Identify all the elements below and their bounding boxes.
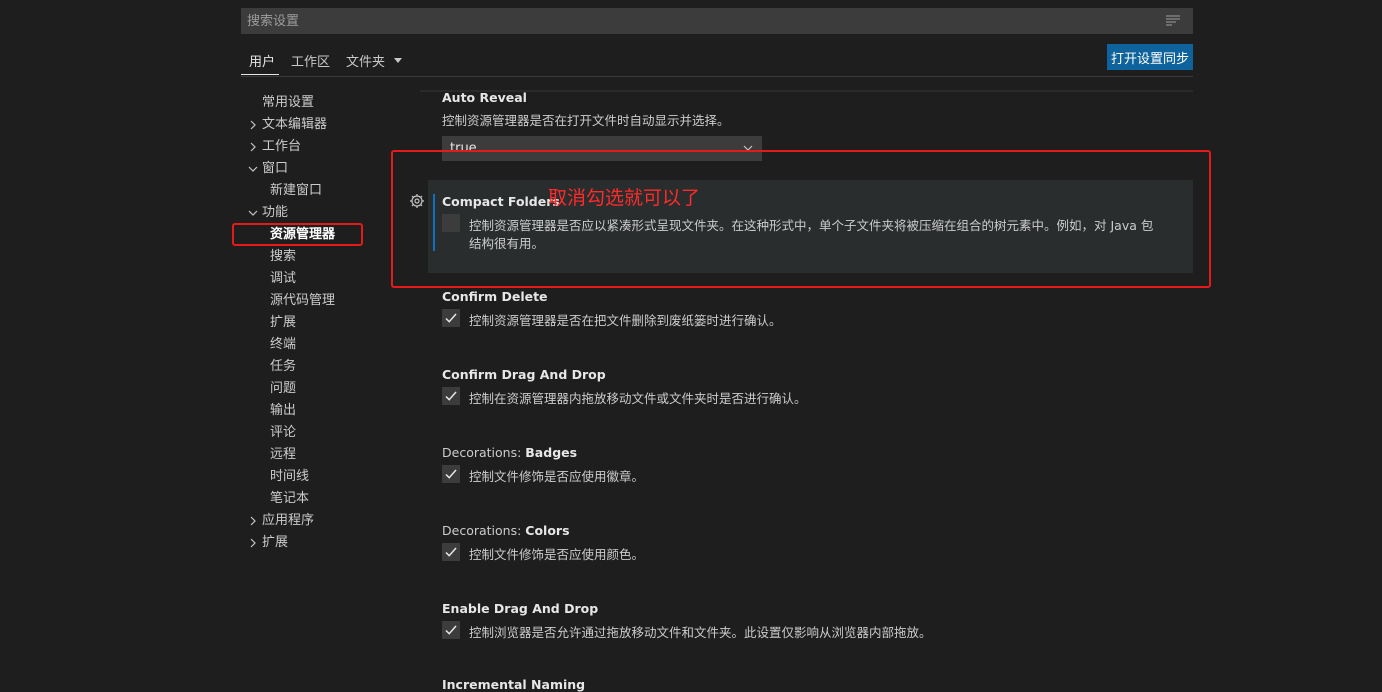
- toc-label: 扩展: [262, 535, 289, 550]
- toc-item-workbench[interactable]: 工作台: [241, 136, 301, 158]
- settings-tabs: 用户 工作区 文件夹: [241, 44, 1193, 76]
- check-icon: [445, 313, 457, 323]
- setting-title-decorations-badges: Decorations: Badges: [442, 445, 577, 460]
- toc-item-scm[interactable]: 源代码管理: [270, 290, 335, 312]
- toc-item-search[interactable]: 搜索: [270, 246, 296, 268]
- tab-workspace[interactable]: 工作区: [291, 51, 330, 70]
- content-divider: [420, 90, 1193, 92]
- toc-label: 调试: [270, 271, 297, 286]
- chevron-down-icon: [248, 166, 258, 172]
- check-icon: [445, 625, 457, 635]
- setting-desc-auto-reveal: 控制资源管理器是否在打开文件时自动显示并选择。: [442, 113, 730, 128]
- toc-label: 评论: [270, 425, 297, 440]
- toc-item-application[interactable]: 应用程序: [241, 510, 314, 532]
- toc-label: 终端: [270, 337, 297, 352]
- chevron-right-icon: [250, 516, 256, 526]
- tabs-divider: [241, 76, 1193, 77]
- toc-item-features[interactable]: 功能: [241, 202, 288, 224]
- toc-label: 窗口: [262, 161, 289, 176]
- setting-desc-confirm-delete: 控制资源管理器是否在把文件删除到废纸篓时进行确认。: [469, 313, 782, 328]
- setting-category: Decorations:: [442, 445, 526, 460]
- toc-item-remote[interactable]: 远程: [270, 444, 296, 466]
- setting-name: Badges: [525, 445, 578, 460]
- toc-item-tasks[interactable]: 任务: [270, 356, 296, 378]
- setting-desc-decorations-badges: 控制文件修饰是否应使用徽章。: [469, 469, 645, 484]
- decorations-badges-checkbox[interactable]: [442, 465, 460, 483]
- annotation-highlight-box: [391, 150, 1211, 288]
- toc-item-output[interactable]: 输出: [270, 400, 296, 422]
- chevron-right-icon: [250, 120, 256, 130]
- annotation-nav-highlight: [232, 223, 363, 246]
- setting-category: Decorations:: [442, 523, 526, 538]
- toc-item-window[interactable]: 窗口: [241, 158, 288, 180]
- toc-item-terminal[interactable]: 终端: [270, 334, 296, 356]
- toc-label: 源代码管理: [270, 293, 336, 308]
- setting-title-confirm-delete: Confirm Delete: [442, 289, 548, 304]
- annotation-text: 取消勾选就可以了: [548, 187, 701, 209]
- setting-title-confirm-drag-drop: Confirm Drag And Drop: [442, 367, 606, 382]
- chevron-right-icon: [250, 142, 256, 152]
- check-icon: [445, 391, 457, 401]
- toc-label: 笔记本: [270, 491, 310, 506]
- setting-title-auto-reveal: Auto Reveal: [442, 90, 527, 105]
- tab-user[interactable]: 用户: [249, 51, 275, 70]
- setting-title-decorations-colors: Decorations: Colors: [442, 523, 570, 538]
- toc-label: 扩展: [270, 315, 297, 330]
- filter-icon[interactable]: [1165, 14, 1181, 28]
- tab-folder[interactable]: 文件夹: [346, 51, 385, 70]
- toc-item-extensions[interactable]: 扩展: [270, 312, 296, 334]
- check-icon: [445, 469, 457, 479]
- toc-item-comments[interactable]: 评论: [270, 422, 296, 444]
- toc-label: 常用设置: [262, 95, 315, 110]
- toc-label: 新建窗口: [270, 183, 323, 198]
- confirm-delete-checkbox[interactable]: [442, 309, 460, 327]
- toc-item-common[interactable]: 常用设置: [262, 92, 314, 114]
- toc-label: 功能: [262, 205, 289, 220]
- chevron-right-icon: [250, 538, 256, 548]
- toc-item-new-window[interactable]: 新建窗口: [270, 180, 322, 202]
- check-icon: [445, 547, 457, 557]
- toc-label: 任务: [270, 359, 297, 374]
- toc-label: 应用程序: [262, 513, 315, 528]
- setting-desc-enable-drag-drop: 控制浏览器是否允许通过拖放移动文件和文件夹。此设置仅影响从浏览器内部拖放。: [469, 625, 932, 640]
- decorations-colors-checkbox[interactable]: [442, 543, 460, 561]
- toc-label: 远程: [270, 447, 297, 462]
- toc-label: 时间线: [270, 469, 310, 484]
- toc-label: 文本编辑器: [262, 117, 328, 132]
- toc-label: 输出: [270, 403, 297, 418]
- setting-desc-decorations-colors: 控制文件修饰是否应使用颜色。: [469, 547, 645, 562]
- open-settings-sync-button[interactable]: 打开设置同步: [1107, 44, 1193, 70]
- setting-name: Colors: [525, 523, 570, 538]
- enable-drag-drop-checkbox[interactable]: [442, 621, 460, 639]
- toc-label: 问题: [270, 381, 297, 396]
- toc-item-debug[interactable]: 调试: [270, 268, 296, 290]
- toc-item-extensions-group[interactable]: 扩展: [241, 532, 288, 554]
- toc-label: 搜索: [270, 249, 297, 264]
- search-settings-box: [241, 8, 1193, 34]
- active-tab-indicator: [241, 74, 279, 75]
- chevron-down-icon[interactable]: [394, 58, 402, 63]
- toc-label: 工作台: [262, 139, 302, 154]
- toc-item-problems[interactable]: 问题: [270, 378, 296, 400]
- chevron-down-icon: [248, 210, 258, 216]
- setting-desc-confirm-drag-drop: 控制在资源管理器内拖放移动文件或文件夹时是否进行确认。: [469, 391, 807, 406]
- search-input[interactable]: [241, 8, 1141, 34]
- confirm-drag-drop-checkbox[interactable]: [442, 387, 460, 405]
- toc-item-notebook[interactable]: 笔记本: [270, 488, 309, 510]
- toc-item-timeline[interactable]: 时间线: [270, 466, 309, 488]
- setting-title-enable-drag-drop: Enable Drag And Drop: [442, 601, 599, 616]
- toc-item-text-editor[interactable]: 文本编辑器: [241, 114, 327, 136]
